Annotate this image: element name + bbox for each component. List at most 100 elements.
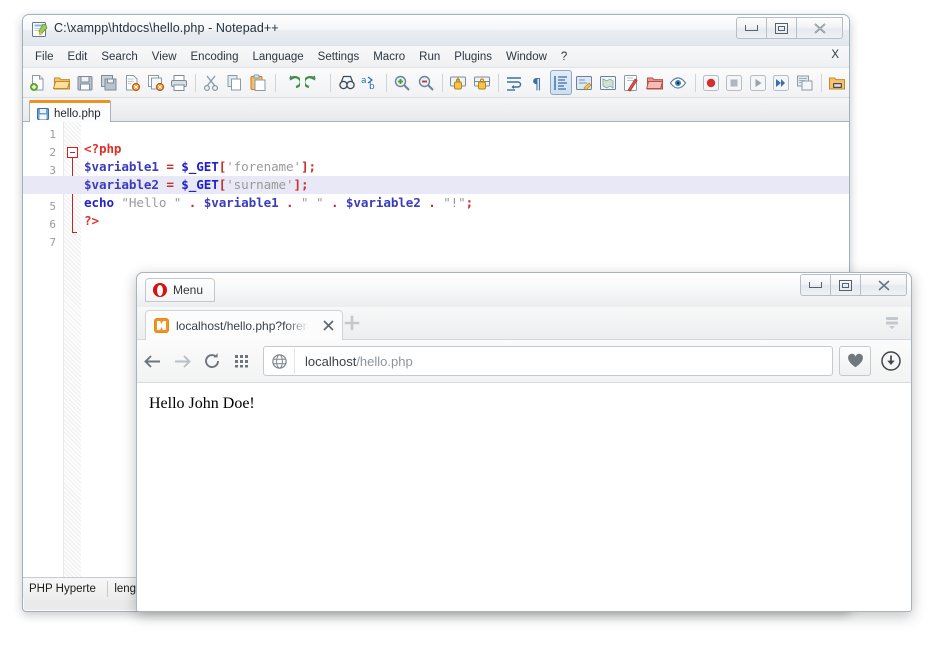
sync-horizontal-scroll-icon[interactable] — [470, 70, 492, 95]
run-icon[interactable] — [826, 70, 848, 95]
code-token: 'surname' — [226, 177, 293, 192]
page-body-text: Hello John Doe! — [149, 395, 255, 413]
menu-item-file[interactable]: File — [28, 49, 61, 65]
menu-item-view[interactable]: View — [145, 49, 184, 65]
new-file-icon[interactable] — [27, 70, 49, 95]
code-line[interactable]: <?php — [81, 140, 849, 158]
close-document-button[interactable]: X — [831, 49, 839, 61]
print-icon[interactable] — [168, 70, 190, 95]
save-all-icon[interactable] — [97, 70, 119, 95]
tab-list-icon[interactable] — [883, 315, 901, 331]
opera-browser-window: Menu localhost/hello.php?forena — [136, 272, 912, 612]
forward-arrow-icon[interactable] — [167, 346, 197, 376]
notepad-titlebar[interactable]: C:\xampp\htdocs\hello.php - Notepad++ — [23, 15, 849, 46]
restore-icon — [775, 23, 788, 34]
undo-icon[interactable] — [279, 70, 301, 95]
zoom-in-icon[interactable] — [391, 70, 413, 95]
replace-icon[interactable]: ab — [359, 70, 381, 95]
code-line[interactable] — [81, 122, 849, 140]
menu-item-language[interactable]: Language — [245, 49, 310, 65]
open-file-icon[interactable] — [50, 70, 72, 95]
tab-close-icon[interactable] — [323, 318, 334, 334]
code-token — [196, 195, 203, 210]
record-macro-icon[interactable] — [699, 70, 721, 95]
menu-item-help[interactable]: ? — [554, 49, 574, 65]
code-token: ] — [294, 177, 301, 192]
copy-icon[interactable] — [224, 70, 246, 95]
address-bar[interactable]: localhost/hello.php — [263, 346, 833, 376]
code-line-current[interactable]: $variable2 = $_GET['surname']; — [23, 176, 849, 194]
save-macro-icon[interactable] — [793, 70, 815, 95]
show-all-characters-icon[interactable]: ¶ — [526, 70, 548, 95]
bookmark-button[interactable] — [839, 346, 871, 376]
code-token: . — [286, 195, 293, 210]
close-button[interactable] — [797, 17, 843, 39]
menu-item-macro[interactable]: Macro — [366, 49, 412, 65]
minimize-button[interactable] — [736, 17, 767, 39]
code-line[interactable]: echo "Hello " . $variable1 . " " . $vari… — [81, 194, 849, 212]
tab-hello-php[interactable]: hello.php — [29, 100, 111, 124]
heart-icon — [847, 353, 864, 369]
play-macro-icon[interactable] — [746, 70, 768, 95]
toolbar: ab ¶ — [23, 68, 849, 98]
speed-dial-icon[interactable] — [227, 346, 257, 376]
close-icon — [813, 22, 827, 35]
code-token: $variable2 — [84, 177, 159, 192]
downloads-button[interactable] — [875, 345, 907, 377]
page-viewport[interactable]: Hello John Doe! — [137, 383, 911, 612]
menu-item-settings[interactable]: Settings — [311, 49, 367, 65]
zoom-out-icon[interactable] — [415, 70, 437, 95]
close-button[interactable] — [861, 274, 907, 296]
download-icon — [880, 350, 902, 372]
new-tab-icon[interactable] — [344, 315, 360, 331]
monitoring-icon[interactable] — [667, 70, 689, 95]
user-defined-language-icon[interactable] — [573, 70, 595, 95]
redo-icon[interactable] — [303, 70, 325, 95]
indent-guide-icon[interactable] — [550, 70, 572, 95]
sync-vertical-scroll-icon[interactable] — [447, 70, 469, 95]
document-map-icon[interactable] — [597, 70, 619, 95]
find-icon[interactable] — [335, 70, 357, 95]
folder-as-workspace-icon[interactable] — [644, 70, 666, 95]
menu-item-search[interactable]: Search — [94, 49, 144, 65]
code-token: " " — [301, 195, 323, 210]
code-line[interactable]: $variable1 = $_GET['forename']; — [81, 158, 849, 176]
opera-menu-button[interactable]: Menu — [145, 278, 215, 302]
cut-icon[interactable] — [200, 70, 222, 95]
xampp-favicon-icon — [154, 318, 169, 333]
menu-item-encoding[interactable]: Encoding — [184, 49, 246, 65]
minimize-button[interactable] — [800, 274, 831, 296]
menu-item-edit[interactable]: Edit — [61, 49, 95, 65]
fold-collapse-icon[interactable] — [67, 147, 78, 158]
code-token: . — [428, 195, 435, 210]
back-arrow-icon[interactable] — [137, 346, 167, 376]
svg-text:a: a — [361, 76, 367, 86]
toolbar-separator — [821, 74, 822, 92]
code-line[interactable] — [81, 230, 849, 248]
browser-titlebar[interactable]: Menu — [137, 273, 911, 307]
code-token: "Hello " — [121, 195, 181, 210]
opera-menu-label: Menu — [173, 283, 203, 297]
browser-tab[interactable]: localhost/hello.php?forena — [145, 310, 343, 341]
restore-button[interactable] — [767, 17, 797, 39]
close-all-files-icon[interactable] — [144, 70, 166, 95]
function-list-icon[interactable] — [620, 70, 642, 95]
saved-file-icon — [37, 108, 49, 120]
save-icon[interactable] — [74, 70, 96, 95]
close-file-icon[interactable] — [121, 70, 143, 95]
menu-item-plugins[interactable]: Plugins — [447, 49, 499, 65]
paste-icon[interactable] — [247, 70, 269, 95]
word-wrap-icon[interactable] — [503, 70, 525, 95]
run-macro-multiple-icon[interactable] — [770, 70, 792, 95]
stop-recording-icon[interactable] — [723, 70, 745, 95]
menu-item-window[interactable]: Window — [499, 49, 554, 65]
reload-icon[interactable] — [197, 346, 227, 376]
toolbar-separator — [275, 74, 276, 92]
menu-item-run[interactable]: Run — [412, 49, 447, 65]
toolbar-separator — [498, 74, 499, 92]
address-bar-text[interactable]: localhost/hello.php — [295, 354, 413, 369]
code-token: 'forename' — [226, 159, 301, 174]
code-line[interactable]: ?> — [81, 212, 849, 230]
restore-button[interactable] — [831, 274, 861, 296]
toolbar-separator — [695, 74, 696, 92]
